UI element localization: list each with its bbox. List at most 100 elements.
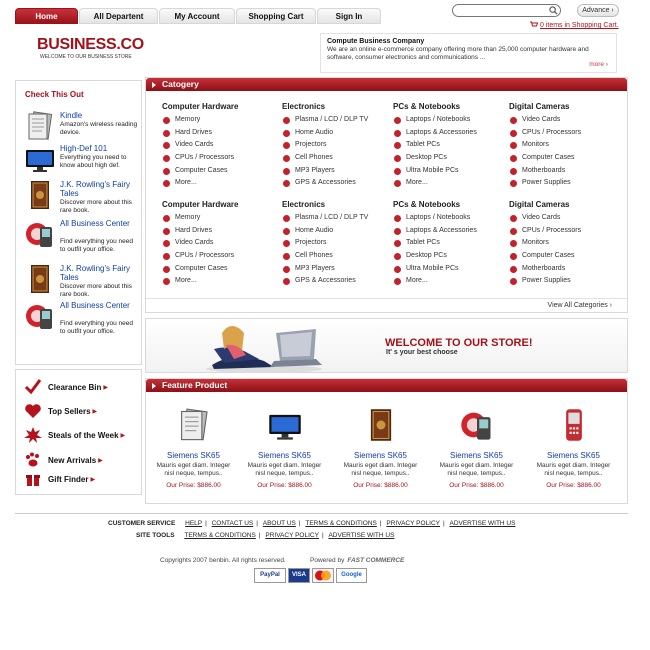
category-link[interactable]: Home Audio <box>282 127 397 140</box>
check-item-title[interactable]: High-Def 101 <box>60 144 140 153</box>
category-link[interactable]: Cell Phones <box>282 250 397 263</box>
category-link[interactable]: MP3 Players <box>282 165 397 178</box>
more-link[interactable]: more › <box>589 61 608 69</box>
product-card[interactable]: Siemens SK65 Mauris eget diam. Integer ni… <box>151 399 236 489</box>
quick-link-label[interactable]: Steals of the Week <box>48 431 119 440</box>
category-link[interactable]: CPUs / Processors <box>162 152 277 165</box>
check-item-title[interactable]: J.K. Rowling's Fairy Tales <box>60 264 140 282</box>
category-link[interactable]: Laptops & Accessories <box>393 225 508 238</box>
category-link[interactable]: Computer Cases <box>509 250 624 263</box>
quick-link-label[interactable]: Gift Finder <box>48 475 88 484</box>
category-link[interactable]: Computer Cases <box>162 165 277 178</box>
view-all-categories-link[interactable]: View All Categories <box>548 302 612 309</box>
top-sellers-link[interactable]: Top Sellers ▶ <box>24 403 97 419</box>
category-link[interactable]: Desktop PCs <box>393 152 508 165</box>
product-card[interactable]: Siemens SK65 Mauris eget diam. Integer ni… <box>242 399 327 489</box>
advance-search-button[interactable]: Advance › <box>577 4 619 17</box>
product-name[interactable]: Siemens SK65 <box>242 451 327 460</box>
product-name[interactable]: Siemens SK65 <box>338 451 423 460</box>
category-group-title[interactable]: Electronics <box>282 102 397 111</box>
check-item-title[interactable]: Kindle <box>60 111 140 120</box>
clearance-bin-link[interactable]: Clearance Bin ▶ <box>24 379 108 395</box>
terms-link[interactable]: TERMS & CONDITIONS <box>184 532 256 539</box>
category-link[interactable]: Power Supplies <box>509 177 624 190</box>
category-link[interactable]: More... <box>162 177 277 190</box>
product-card[interactable]: Siemens SK65 Mauris eget diam. Integer ni… <box>531 399 616 489</box>
category-link[interactable]: Hard Drives <box>162 127 277 140</box>
phone-icon[interactable] <box>459 405 495 445</box>
kindle-icon[interactable] <box>24 111 56 141</box>
category-group-title[interactable]: PCs & Notebooks <box>393 102 508 111</box>
tab-my-account[interactable]: My Account <box>159 8 235 24</box>
product-name[interactable]: Siemens SK65 <box>531 451 616 460</box>
category-link[interactable]: Projectors <box>282 139 397 152</box>
tv-icon[interactable] <box>267 405 303 445</box>
category-link[interactable]: Power Supplies <box>509 275 624 288</box>
category-group-title[interactable]: Digital Cameras <box>509 102 624 111</box>
steals-of-the-week-link[interactable]: Steals of the Week ▶ <box>24 427 125 443</box>
category-link[interactable]: Plasma / LCD / DLP TV <box>282 114 397 127</box>
category-link[interactable]: Cell Phones <box>282 152 397 165</box>
tab-shopping-cart[interactable]: Shopping Cart <box>236 8 316 24</box>
quick-link-label[interactable]: Clearance Bin <box>48 383 101 392</box>
category-link[interactable]: Tablet PCs <box>393 139 508 152</box>
category-link[interactable]: Computer Cases <box>162 263 277 276</box>
contact-us-link[interactable]: CONTACT US <box>212 520 254 527</box>
category-link[interactable]: Video Cards <box>509 114 624 127</box>
category-group-title[interactable]: Computer Hardware <box>162 102 277 111</box>
product-card[interactable]: Siemens SK65 Mauris eget diam. Integer ni… <box>338 399 423 489</box>
tv-icon[interactable] <box>24 144 56 174</box>
category-link[interactable]: Motherboards <box>509 165 624 178</box>
category-link[interactable]: Plasma / LCD / DLP TV <box>282 212 397 225</box>
terms-link[interactable]: TERMS & CONDITIONS <box>305 520 377 527</box>
category-link[interactable]: Projectors <box>282 237 397 250</box>
cart-text[interactable]: 0 items in Shopping Cart. <box>540 22 619 29</box>
category-link[interactable]: Motherboards <box>509 263 624 276</box>
tab-all-department[interactable]: All Departent <box>79 8 158 24</box>
category-link[interactable]: Laptops / Notebooks <box>393 114 508 127</box>
category-link[interactable]: CPUs / Processors <box>509 225 624 238</box>
category-link[interactable]: Video Cards <box>509 212 624 225</box>
category-link[interactable]: More... <box>393 177 508 190</box>
category-group-title[interactable]: PCs & Notebooks <box>393 200 508 209</box>
kindle-icon[interactable] <box>176 405 212 445</box>
privacy-link[interactable]: PRIVACY POLICY <box>265 532 319 539</box>
about-us-link[interactable]: ABOUT US <box>263 520 296 527</box>
mobile-phone-icon[interactable] <box>556 405 592 445</box>
book-icon[interactable] <box>24 264 56 294</box>
gift-finder-link[interactable]: Gift Finder ▶ <box>24 471 95 487</box>
category-link[interactable]: Monitors <box>509 237 624 250</box>
category-link[interactable]: CPUs / Processors <box>509 127 624 140</box>
cart-link[interactable]: 0 items in Shopping Cart. <box>530 21 619 29</box>
product-name[interactable]: Siemens SK65 <box>434 451 519 460</box>
category-link[interactable]: Ultra Mobile PCs <box>393 263 508 276</box>
category-link[interactable]: Video Cards <box>162 237 277 250</box>
search-icon[interactable] <box>549 6 558 15</box>
quick-link-label[interactable]: New Arrivals <box>48 456 96 465</box>
category-link[interactable]: GPS & Accessories <box>282 177 397 190</box>
category-link[interactable]: Laptops & Accessories <box>393 127 508 140</box>
phone-icon[interactable] <box>24 301 56 331</box>
category-group-title[interactable]: Electronics <box>282 200 397 209</box>
privacy-link[interactable]: PRIVACY POLICY <box>386 520 440 527</box>
tab-home[interactable]: Home <box>15 8 78 24</box>
category-link[interactable]: Laptops / Notebooks <box>393 212 508 225</box>
check-item-title[interactable]: J.K. Rowling's Fairy Tales <box>60 180 140 198</box>
category-link[interactable]: CPUs / Processors <box>162 250 277 263</box>
category-link[interactable]: Desktop PCs <box>393 250 508 263</box>
category-link[interactable]: Ultra Mobile PCs <box>393 165 508 178</box>
category-link[interactable]: Memory <box>162 212 277 225</box>
category-link[interactable]: Hard Drives <box>162 225 277 238</box>
category-group-title[interactable]: Digital Cameras <box>509 200 624 209</box>
product-name[interactable]: Siemens SK65 <box>151 451 236 460</box>
help-link[interactable]: HELP <box>185 520 202 527</box>
powered-brand[interactable]: FAST COMMERCE <box>347 557 404 564</box>
category-link[interactable]: GPS & Accessories <box>282 275 397 288</box>
category-link[interactable]: Home Audio <box>282 225 397 238</box>
phone-icon[interactable] <box>24 219 56 249</box>
check-item-title[interactable]: All Business Center <box>60 219 140 228</box>
category-link[interactable]: Memory <box>162 114 277 127</box>
category-link[interactable]: More... <box>162 275 277 288</box>
category-link[interactable]: More... <box>393 275 508 288</box>
check-item-title[interactable]: All Business Center <box>60 301 140 310</box>
